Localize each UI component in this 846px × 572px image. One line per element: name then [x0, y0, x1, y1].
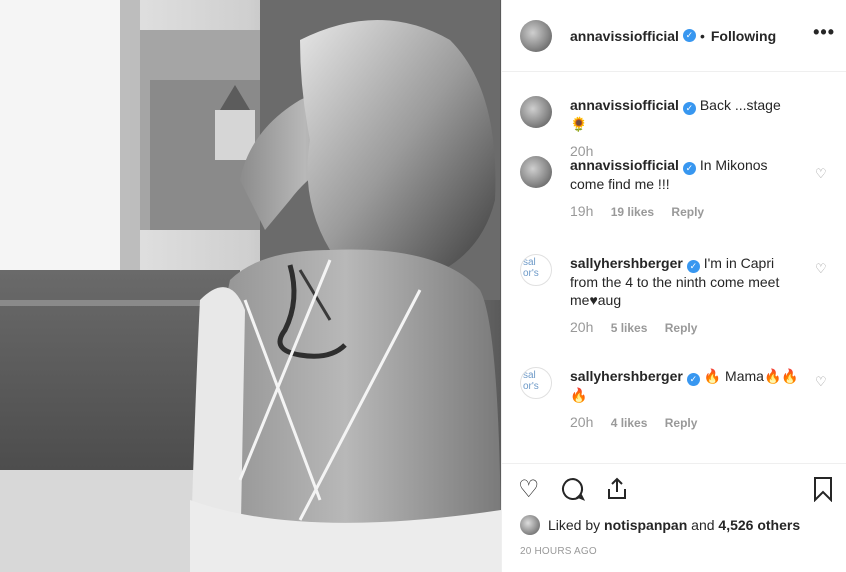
- verified-badge-icon: ✓: [682, 29, 696, 42]
- comment-avatar[interactable]: sal or's: [520, 254, 552, 286]
- verified-badge-icon: ✓: [682, 162, 696, 175]
- liked-by-middle: and: [691, 517, 715, 533]
- comment-username[interactable]: annavissiofficial: [570, 97, 679, 113]
- reply-button[interactable]: Reply: [665, 416, 698, 430]
- comment-like-heart-icon[interactable]: ♡: [815, 167, 827, 180]
- comment-body: annavissiofficial ✓ In Mikonos come find …: [570, 156, 802, 193]
- verified-badge-icon: ✓: [682, 102, 696, 115]
- post-actions: ♡ Liked by notispanpan and 4,526 others …: [502, 463, 846, 572]
- comment-body: sallyhershberger ✓ I'm in Capri from the …: [570, 254, 802, 309]
- comment-time[interactable]: 20h: [570, 319, 593, 335]
- comment-avatar[interactable]: [520, 156, 552, 188]
- reply-button[interactable]: Reply: [671, 205, 704, 219]
- share-icon[interactable]: [604, 476, 630, 509]
- comment-likes[interactable]: 19 likes: [611, 205, 654, 219]
- liker-avatar[interactable]: [520, 515, 540, 535]
- liked-by-user[interactable]: notispanpan: [604, 517, 687, 533]
- photo-image: [0, 0, 501, 572]
- comment-username[interactable]: annavissiofficial: [570, 157, 679, 173]
- post-timestamp[interactable]: 20 HOURS AGO: [520, 546, 597, 557]
- liked-by-line: Liked by notispanpan and 4,526 others: [520, 515, 800, 535]
- comment-time[interactable]: 19h: [570, 203, 593, 219]
- more-options-icon[interactable]: •••: [813, 22, 835, 43]
- comment-item: annavissiofficial ✓ In Mikonos come find …: [520, 156, 830, 219]
- liked-by-prefix: Liked by: [548, 517, 601, 533]
- comment-avatar[interactable]: [520, 96, 552, 128]
- author-avatar[interactable]: [520, 19, 552, 52]
- comment-item: annavissiofficial ✓ Back ...stage 🌻 20h: [520, 96, 830, 159]
- comment-username[interactable]: sallyhershberger: [570, 255, 683, 271]
- post-side-panel: annavissiofficial ✓ • Following ••• anna…: [501, 0, 846, 572]
- reply-button[interactable]: Reply: [665, 321, 698, 335]
- comment-body: annavissiofficial ✓ Back ...stage 🌻: [570, 96, 802, 133]
- instagram-post: annavissiofficial ✓ • Following ••• anna…: [0, 0, 846, 572]
- comment-likes[interactable]: 4 likes: [611, 416, 648, 430]
- author-info: annavissiofficial ✓ • Following: [570, 28, 776, 44]
- verified-badge-icon: ✓: [686, 373, 700, 386]
- post-header: annavissiofficial ✓ • Following •••: [502, 0, 846, 72]
- comment-bubble-icon[interactable]: [560, 476, 586, 509]
- heart-outline-icon[interactable]: ♡: [518, 476, 540, 504]
- following-button[interactable]: Following: [711, 28, 776, 44]
- comment-username[interactable]: sallyhershberger: [570, 368, 683, 384]
- comment-likes[interactable]: 5 likes: [611, 321, 648, 335]
- action-icons-row: ♡: [518, 476, 838, 506]
- comment-meta: 20h 4 likes Reply: [570, 414, 802, 430]
- author-username[interactable]: annavissiofficial: [570, 28, 679, 44]
- comments-list[interactable]: annavissiofficial ✓ Back ...stage 🌻 20h a…: [502, 72, 846, 462]
- comment-time[interactable]: 20h: [570, 414, 593, 430]
- post-photo[interactable]: [0, 0, 501, 572]
- comment-item: sal or's sallyhershberger ✓ 🔥 Mama🔥🔥 🔥 20…: [520, 367, 830, 430]
- comment-item: sal or's sallyhershberger ✓ I'm in Capri …: [520, 254, 830, 335]
- likes-count[interactable]: 4,526 others: [718, 517, 800, 533]
- comment-meta: 20h 5 likes Reply: [570, 319, 802, 335]
- comment-meta: 19h 19 likes Reply: [570, 203, 802, 219]
- comment-like-heart-icon[interactable]: ♡: [815, 375, 827, 388]
- bookmark-icon[interactable]: [812, 476, 834, 509]
- header-separator: •: [699, 27, 705, 44]
- comment-like-heart-icon[interactable]: ♡: [815, 262, 827, 275]
- verified-badge-icon: ✓: [686, 260, 700, 273]
- comment-avatar[interactable]: sal or's: [520, 367, 552, 399]
- comment-body: sallyhershberger ✓ 🔥 Mama🔥🔥 🔥: [570, 367, 802, 404]
